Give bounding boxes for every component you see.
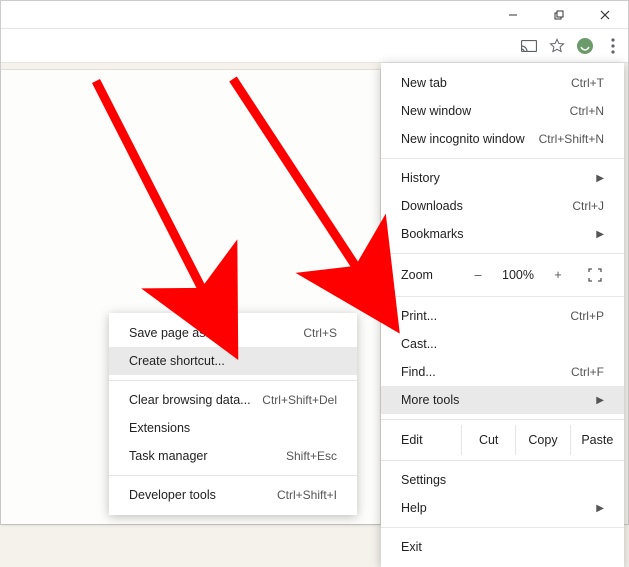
menu-shortcut: Ctrl+Shift+Del bbox=[262, 393, 337, 407]
menu-label: History bbox=[401, 171, 440, 185]
submenu-arrow-icon: ▶ bbox=[596, 395, 604, 406]
menu-label: Create shortcut... bbox=[129, 354, 225, 368]
close-button[interactable] bbox=[582, 1, 628, 29]
menu-label: Bookmarks bbox=[401, 227, 464, 241]
menu-edit-row: Edit Cut Copy Paste bbox=[381, 425, 624, 455]
submenu-extensions[interactable]: Extensions bbox=[109, 414, 357, 442]
menu-shortcut: Ctrl+J bbox=[572, 199, 604, 213]
menu-print[interactable]: Print... Ctrl+P bbox=[381, 302, 624, 330]
menu-label: New incognito window bbox=[401, 132, 525, 146]
menu-shortcut: Ctrl+T bbox=[571, 76, 604, 90]
menu-label: Find... bbox=[401, 365, 436, 379]
edit-label: Edit bbox=[401, 433, 461, 447]
browser-toolbar bbox=[1, 29, 628, 63]
menu-label: More tools bbox=[401, 393, 459, 407]
menu-label: Task manager bbox=[129, 449, 208, 463]
menu-separator bbox=[109, 475, 357, 476]
menu-label: New window bbox=[401, 104, 471, 118]
menu-label: Cast... bbox=[401, 337, 437, 351]
menu-separator bbox=[109, 380, 357, 381]
menu-zoom-row: Zoom – 100% + bbox=[381, 259, 624, 291]
menu-separator bbox=[381, 158, 624, 159]
zoom-value: 100% bbox=[495, 268, 541, 282]
zoom-label: Zoom bbox=[401, 268, 461, 282]
edit-cut[interactable]: Cut bbox=[461, 425, 515, 455]
edit-paste[interactable]: Paste bbox=[570, 425, 624, 455]
menu-shortcut: Ctrl+P bbox=[570, 309, 604, 323]
menu-shortcut: Shift+Esc bbox=[286, 449, 337, 463]
menu-label: Extensions bbox=[129, 421, 190, 435]
menu-label: Print... bbox=[401, 309, 437, 323]
menu-bookmarks[interactable]: Bookmarks ▶ bbox=[381, 220, 624, 248]
window-titlebar bbox=[1, 1, 628, 29]
menu-label: Clear browsing data... bbox=[129, 393, 251, 407]
menu-cast[interactable]: Cast... bbox=[381, 330, 624, 358]
submenu-clear-browsing[interactable]: Clear browsing data... Ctrl+Shift+Del bbox=[109, 386, 357, 414]
menu-shortcut: Ctrl+N bbox=[570, 104, 604, 118]
menu-new-incognito[interactable]: New incognito window Ctrl+Shift+N bbox=[381, 125, 624, 153]
menu-shortcut: Ctrl+S bbox=[303, 326, 337, 340]
menu-shortcut: Ctrl+F bbox=[571, 365, 604, 379]
menu-label: Developer tools bbox=[129, 488, 216, 502]
submenu-arrow-icon: ▶ bbox=[596, 173, 604, 184]
submenu-arrow-icon: ▶ bbox=[596, 229, 604, 240]
maximize-icon bbox=[554, 10, 564, 20]
menu-separator bbox=[381, 527, 624, 528]
submenu-task-manager[interactable]: Task manager Shift+Esc bbox=[109, 442, 357, 470]
menu-exit[interactable]: Exit bbox=[381, 533, 624, 561]
chrome-main-menu: New tab Ctrl+T New window Ctrl+N New inc… bbox=[381, 63, 624, 567]
fullscreen-button[interactable] bbox=[575, 268, 615, 282]
menu-separator bbox=[381, 296, 624, 297]
minimize-icon bbox=[508, 10, 518, 20]
menu-find[interactable]: Find... Ctrl+F bbox=[381, 358, 624, 386]
menu-help[interactable]: Help ▶ bbox=[381, 494, 624, 522]
zoom-out-button[interactable]: – bbox=[461, 259, 495, 291]
menu-label: Exit bbox=[401, 540, 422, 554]
menu-shortcut: Ctrl+Shift+I bbox=[277, 488, 337, 502]
menu-new-tab[interactable]: New tab Ctrl+T bbox=[381, 69, 624, 97]
close-icon bbox=[600, 10, 610, 20]
menu-new-window[interactable]: New window Ctrl+N bbox=[381, 97, 624, 125]
menu-separator bbox=[381, 253, 624, 254]
profile-icon[interactable] bbox=[576, 37, 594, 55]
menu-label: Settings bbox=[401, 473, 446, 487]
menu-separator bbox=[381, 419, 624, 420]
menu-settings[interactable]: Settings bbox=[381, 466, 624, 494]
menu-label: Save page as... bbox=[129, 326, 216, 340]
maximize-button[interactable] bbox=[536, 1, 582, 29]
menu-downloads[interactable]: Downloads Ctrl+J bbox=[381, 192, 624, 220]
submenu-create-shortcut[interactable]: Create shortcut... bbox=[109, 347, 357, 375]
submenu-arrow-icon: ▶ bbox=[596, 503, 604, 514]
minimize-button[interactable] bbox=[490, 1, 536, 29]
menu-history[interactable]: History ▶ bbox=[381, 164, 624, 192]
menu-separator bbox=[381, 460, 624, 461]
menu-label: New tab bbox=[401, 76, 447, 90]
cast-icon[interactable] bbox=[520, 37, 538, 55]
kebab-menu-icon[interactable] bbox=[604, 37, 622, 55]
more-tools-submenu: Save page as... Ctrl+S Create shortcut..… bbox=[109, 313, 357, 515]
zoom-in-button[interactable]: + bbox=[541, 259, 575, 291]
submenu-developer-tools[interactable]: Developer tools Ctrl+Shift+I bbox=[109, 481, 357, 509]
menu-label: Help bbox=[401, 501, 427, 515]
submenu-save-page[interactable]: Save page as... Ctrl+S bbox=[109, 319, 357, 347]
edit-copy[interactable]: Copy bbox=[515, 425, 569, 455]
menu-more-tools[interactable]: More tools ▶ bbox=[381, 386, 624, 414]
menu-label: Downloads bbox=[401, 199, 463, 213]
fullscreen-icon bbox=[588, 268, 602, 282]
menu-shortcut: Ctrl+Shift+N bbox=[539, 132, 604, 146]
bookmark-star-icon[interactable] bbox=[548, 37, 566, 55]
